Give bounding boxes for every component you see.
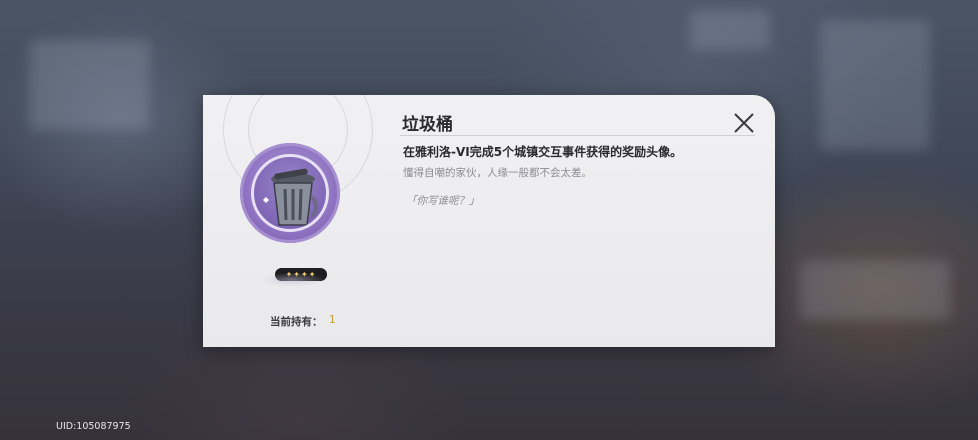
close-icon <box>734 113 754 133</box>
holding-label: 当前持有： <box>270 316 323 328</box>
background-window <box>800 260 950 320</box>
uid-label: UID:105087975 <box>56 421 131 432</box>
avatar-title: 垃圾桶 <box>402 115 453 135</box>
avatar-detail-dialog: ✦✦✦✦ 垃圾桶 在雅利洛-VI完成5个城镇交互事件获得的奖励头像。 懂得自嘲的… <box>203 95 775 347</box>
title-divider <box>400 135 755 136</box>
flavor-text: 懂得自嘲的家伙，人缘一般都不会太差。 <box>403 167 592 179</box>
avatar-frame: ✦✦✦✦ <box>240 143 340 281</box>
background-window <box>820 20 930 150</box>
background-window <box>30 40 150 130</box>
avatar-description: 在雅利洛-VI完成5个城镇交互事件获得的奖励头像。 <box>403 145 683 159</box>
avatar-quote: 「你写谁呢？」 <box>406 195 480 207</box>
trash-can-avatar-icon <box>251 154 329 232</box>
close-button[interactable] <box>732 111 756 135</box>
holding-count: 1 <box>329 314 336 326</box>
background-window <box>690 10 770 50</box>
avatar-shadow <box>258 273 326 287</box>
